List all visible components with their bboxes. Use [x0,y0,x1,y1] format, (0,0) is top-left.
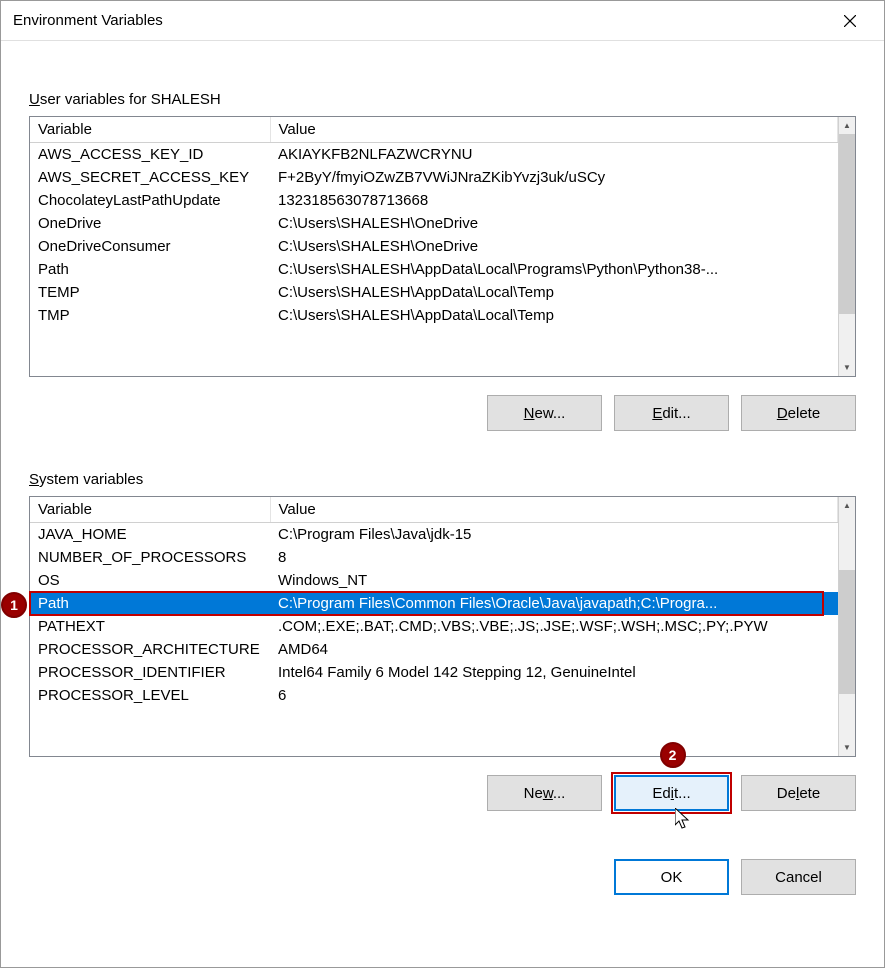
table-row[interactable]: PROCESSOR_ARCHITECTUREAMD64 [30,638,838,661]
system-variables-group: System variables Variable Value JAVA_HOM… [29,471,856,811]
table-row[interactable]: OneDriveConsumerC:\Users\SHALESH\OneDriv… [30,235,838,258]
user-variables-table-container: Variable Value AWS_ACCESS_KEY_IDAKIAYKFB… [29,116,856,377]
annotation-callout-1: 1 [1,592,27,618]
table-row[interactable]: JAVA_HOMEC:\Program Files\Java\jdk-15 [30,523,838,547]
system-variables-table: Variable Value JAVA_HOMEC:\Program Files… [30,497,838,707]
cell-variable: AWS_ACCESS_KEY_ID [30,143,270,167]
cell-variable: TEMP [30,281,270,304]
scroll-down-icon[interactable]: ▼ [839,359,855,376]
user-new-button[interactable]: New... [487,395,602,431]
table-row[interactable]: OneDriveC:\Users\SHALESH\OneDrive [30,212,838,235]
scroll-thumb[interactable] [839,134,855,314]
column-header-value[interactable]: Value [270,497,838,523]
scroll-up-icon[interactable]: ▲ [839,117,855,134]
user-edit-button[interactable]: Edit... [614,395,729,431]
table-row[interactable]: ChocolateyLastPathUpdate1323185630787136… [30,189,838,212]
cell-value: 8 [270,546,838,569]
cell-value: C:\Users\SHALESH\OneDrive [270,235,838,258]
cell-variable: JAVA_HOME [30,523,270,547]
table-row[interactable]: TMPC:\Users\SHALESH\AppData\Local\Temp [30,304,838,327]
cell-value: AMD64 [270,638,838,661]
dialog-bottom-buttons: OK Cancel [29,859,856,895]
cell-value: 6 [270,684,838,707]
cell-value: C:\Program Files\Java\jdk-15 [270,523,838,547]
cell-value: AKIAYKFB2NLFAZWCRYNU [270,143,838,167]
user-variables-label: User variables for SHALESH [29,91,856,108]
cell-variable: NUMBER_OF_PROCESSORS [30,546,270,569]
cell-value: Windows_NT [270,569,838,592]
cell-variable: PROCESSOR_IDENTIFIER [30,661,270,684]
cancel-button[interactable]: Cancel [741,859,856,895]
system-buttons-row: New... Edit... Delete [29,775,856,811]
cell-variable: Path [30,258,270,281]
scroll-thumb[interactable] [839,570,855,694]
cell-variable: OS [30,569,270,592]
cell-variable: AWS_SECRET_ACCESS_KEY [30,166,270,189]
user-scrollbar[interactable]: ▲ ▼ [838,117,855,376]
cell-value: Intel64 Family 6 Model 142 Stepping 12, … [270,661,838,684]
system-variables-table-scroll[interactable]: Variable Value JAVA_HOMEC:\Program Files… [30,497,838,756]
table-row[interactable]: TEMPC:\Users\SHALESH\AppData\Local\Temp [30,281,838,304]
cell-value: 132318563078713668 [270,189,838,212]
cell-value: .COM;.EXE;.BAT;.CMD;.VBS;.VBE;.JS;.JSE;.… [270,615,838,638]
cell-value: C:\Users\SHALESH\OneDrive [270,212,838,235]
cell-value: F+2ByY/fmyiOZwZB7VWiJNraZKibYvzj3uk/uSCy [270,166,838,189]
cell-variable: Path [30,592,270,615]
table-row[interactable]: NUMBER_OF_PROCESSORS8 [30,546,838,569]
system-edit-button[interactable]: Edit... [614,775,729,811]
cell-value: C:\Users\SHALESH\AppData\Local\Temp [270,281,838,304]
close-button[interactable] [827,6,872,36]
cell-variable: PROCESSOR_ARCHITECTURE [30,638,270,661]
cell-variable: PATHEXT [30,615,270,638]
column-header-variable[interactable]: Variable [30,117,270,143]
column-header-value[interactable]: Value [270,117,838,143]
cell-value: C:\Users\SHALESH\AppData\Local\Programs\… [270,258,838,281]
table-row[interactable]: PROCESSOR_LEVEL6 [30,684,838,707]
cell-value: C:\Program Files\Common Files\Oracle\Jav… [270,592,838,615]
scroll-track[interactable] [839,134,855,359]
cell-variable: PROCESSOR_LEVEL [30,684,270,707]
ok-button[interactable]: OK [614,859,729,895]
system-variables-label: System variables [29,471,856,488]
dialog-content: User variables for SHALESH Variable Valu… [1,41,884,923]
table-row[interactable]: AWS_SECRET_ACCESS_KEYF+2ByY/fmyiOZwZB7VW… [30,166,838,189]
table-row[interactable]: PathC:\Program Files\Common Files\Oracle… [30,592,838,615]
cell-variable: TMP [30,304,270,327]
cell-variable: OneDriveConsumer [30,235,270,258]
user-delete-button[interactable]: Delete [741,395,856,431]
table-row[interactable]: AWS_ACCESS_KEY_IDAKIAYKFB2NLFAZWCRYNU [30,143,838,167]
cell-variable: OneDrive [30,212,270,235]
scroll-up-icon[interactable]: ▲ [839,497,855,514]
cell-variable: ChocolateyLastPathUpdate [30,189,270,212]
cell-value: C:\Users\SHALESH\AppData\Local\Temp [270,304,838,327]
dialog-title: Environment Variables [13,12,827,29]
annotation-callout-2: 2 [660,742,686,768]
user-variables-group: User variables for SHALESH Variable Valu… [29,91,856,431]
table-row[interactable]: PROCESSOR_IDENTIFIERIntel64 Family 6 Mod… [30,661,838,684]
environment-variables-dialog: Environment Variables User variables for… [0,0,885,968]
system-variables-table-container: Variable Value JAVA_HOMEC:\Program Files… [29,496,856,757]
close-icon [844,15,856,27]
scroll-down-icon[interactable]: ▼ [839,739,855,756]
system-delete-button[interactable]: Delete [741,775,856,811]
user-variables-table: Variable Value AWS_ACCESS_KEY_IDAKIAYKFB… [30,117,838,327]
user-buttons-row: New... Edit... Delete [29,395,856,431]
user-variables-table-scroll[interactable]: Variable Value AWS_ACCESS_KEY_IDAKIAYKFB… [30,117,838,376]
table-row[interactable]: OSWindows_NT [30,569,838,592]
system-new-button[interactable]: New... [487,775,602,811]
titlebar: Environment Variables [1,1,884,41]
table-row[interactable]: PATHEXT.COM;.EXE;.BAT;.CMD;.VBS;.VBE;.JS… [30,615,838,638]
column-header-variable[interactable]: Variable [30,497,270,523]
table-row[interactable]: PathC:\Users\SHALESH\AppData\Local\Progr… [30,258,838,281]
system-scrollbar[interactable]: ▲ ▼ [838,497,855,756]
scroll-track[interactable] [839,514,855,739]
